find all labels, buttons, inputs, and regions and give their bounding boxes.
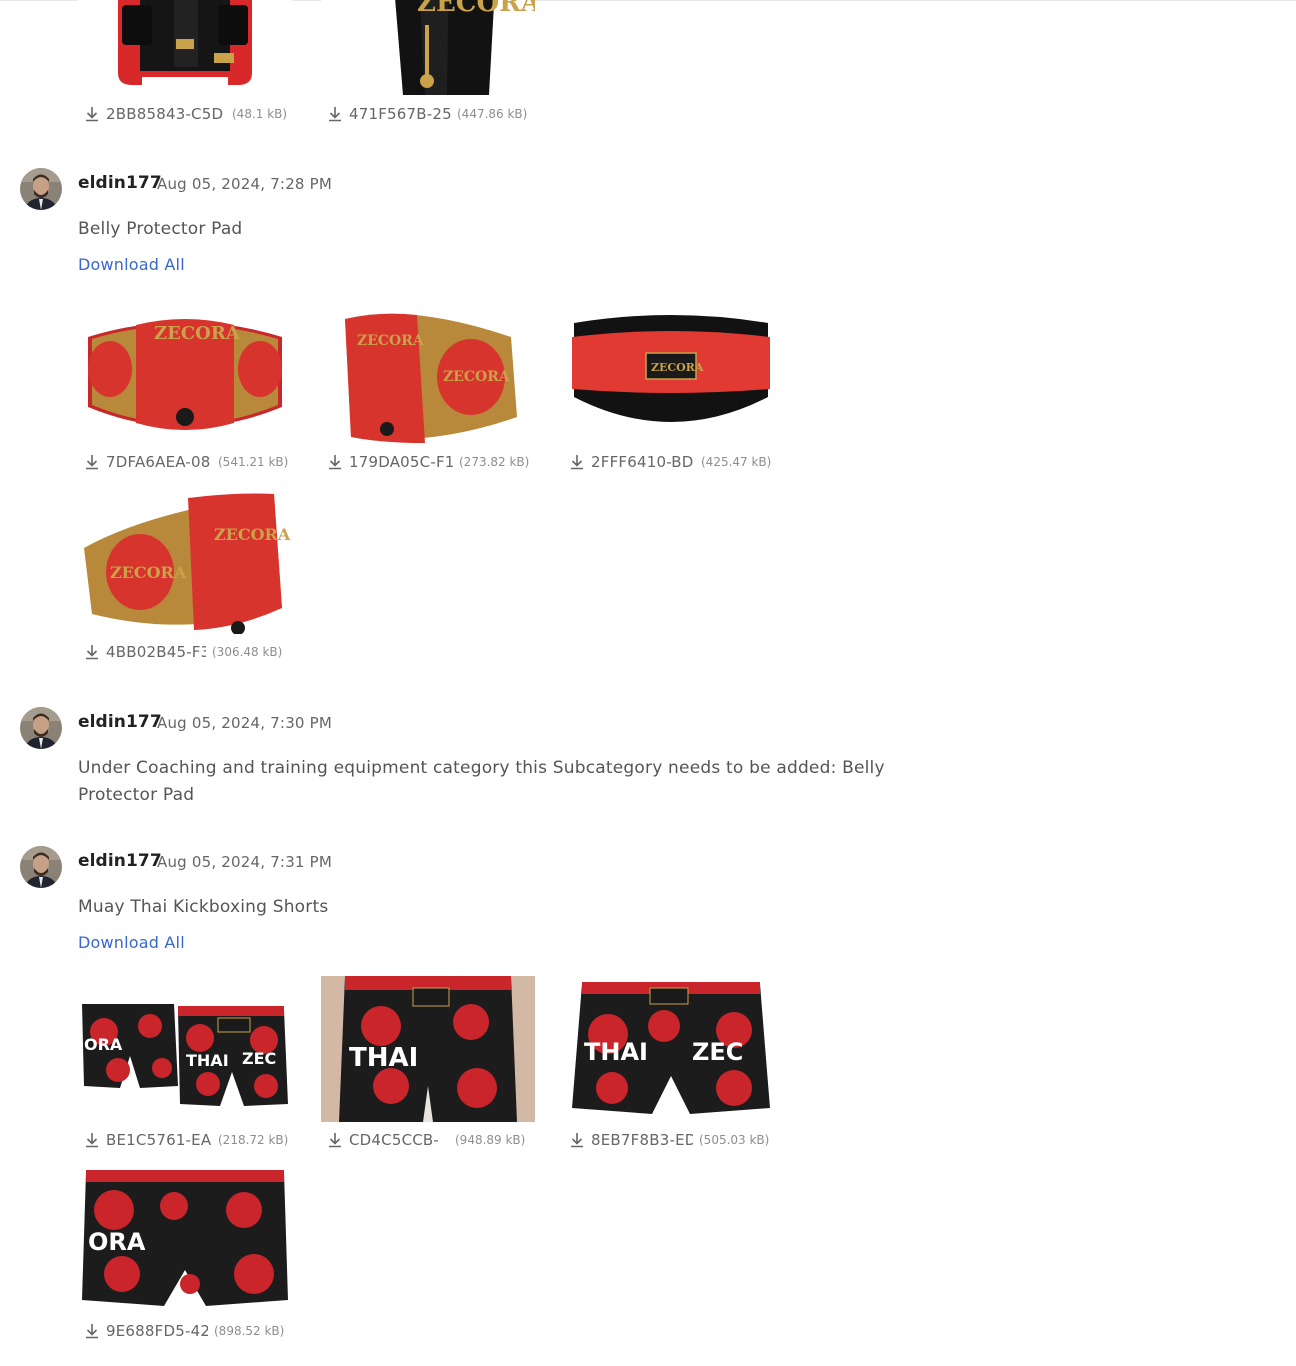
download-icon: [86, 645, 98, 660]
download-icon: [329, 455, 341, 470]
message-timestamp: Aug 05, 2024, 7:30 PM: [157, 714, 333, 732]
attachment-filesize: (218.72 kB): [218, 1133, 289, 1147]
attachment-filename: CD4C5CCB-: [349, 1131, 440, 1149]
svg-text:ZECORA: ZECORA: [417, 0, 535, 18]
attachment-filename: 2FFF6410-BD: [591, 453, 694, 471]
attachment-download[interactable]: BE1C5761-EA (218.72 kB): [84, 1129, 290, 1151]
attachment-filesize: (898.52 kB): [214, 1324, 285, 1338]
svg-text:ZECORA: ZECORA: [443, 369, 511, 385]
svg-text:ZECORA: ZECORA: [357, 333, 425, 349]
attachment-thumbnail-belly-pad-1[interactable]: ZECORA: [78, 297, 292, 443]
muay-thai-shorts-image: ORA THAI ZEC: [78, 976, 292, 1122]
svg-text:ORA: ORA: [84, 1035, 123, 1054]
attachment-download[interactable]: 8EB7F8B3-ED (505.03 kB): [569, 1129, 775, 1151]
attachment-filename: 9E688FD5-42: [106, 1322, 208, 1340]
belly-pad-image: ZECORA ZECORA: [321, 297, 535, 443]
attachment-thumbnail-belly-pad-3[interactable]: ZECORA: [564, 297, 778, 443]
attachment-filename: 8EB7F8B3-ED: [591, 1131, 693, 1149]
attachment-filesize: (273.82 kB): [459, 455, 530, 469]
svg-text:ORA: ORA: [88, 1228, 146, 1256]
attachment-thumbnail-shorts-3[interactable]: THAI ZEC: [564, 976, 778, 1122]
svg-text:THAI: THAI: [584, 1038, 648, 1066]
shin-guard-image: [78, 0, 292, 95]
download-icon: [571, 455, 583, 470]
belly-pad-image: ZECORA ZECORA: [78, 488, 292, 634]
attachment-download[interactable]: 9E688FD5-42 (898.52 kB): [84, 1320, 290, 1342]
svg-text:THAI: THAI: [349, 1043, 418, 1073]
attachment-download[interactable]: 179DA05C-F1 (273.82 kB): [327, 451, 533, 473]
svg-text:ZECORA: ZECORA: [110, 563, 187, 582]
avatar[interactable]: [20, 168, 62, 210]
user-avatar-photo: [20, 168, 62, 210]
attachment-filesize: (447.86 kB): [457, 107, 528, 121]
attachment-filesize: (425.47 kB): [701, 455, 772, 469]
download-icon: [329, 1133, 341, 1148]
attachment-filename: 4BB02B45-F3: [106, 643, 206, 661]
attachment-download[interactable]: CD4C5CCB- (948.89 kB): [327, 1129, 533, 1151]
svg-text:ZECORA: ZECORA: [154, 323, 241, 344]
message-timestamp: Aug 05, 2024, 7:31 PM: [157, 853, 333, 871]
muay-thai-shorts-image: THAI ZEC: [564, 976, 778, 1122]
attachment-filename: 2BB85843-C5D: [106, 105, 224, 123]
svg-text:ZEC: ZEC: [692, 1038, 743, 1066]
message-text: Muay Thai Kickboxing Shorts: [78, 897, 329, 917]
muay-thai-shorts-image: THAI: [321, 976, 535, 1122]
attachment-filesize: (948.89 kB): [455, 1133, 526, 1147]
muay-thai-shorts-image: ORA: [78, 1166, 292, 1312]
download-icon: [86, 1133, 98, 1148]
download-all-link[interactable]: Download All: [78, 255, 185, 274]
attachment-thumbnail-shorts-2[interactable]: THAI: [321, 976, 535, 1122]
attachment-filesize: (306.48 kB): [212, 645, 283, 659]
message-timestamp: Aug 05, 2024, 7:28 PM: [157, 175, 333, 193]
attachment-download[interactable]: 4BB02B45-F3 (306.48 kB): [84, 641, 290, 663]
attachment-filename: 179DA05C-F1: [349, 453, 453, 471]
belly-pad-image: ZECORA: [564, 297, 778, 443]
message-text: Belly Protector Pad: [78, 219, 243, 239]
message-author[interactable]: eldin177: [78, 173, 162, 193]
download-icon: [86, 1324, 98, 1339]
download-icon: [571, 1133, 583, 1148]
svg-text:ZECORA: ZECORA: [651, 361, 704, 374]
attachment-download[interactable]: 471F567B-25( (447.86 kB): [327, 103, 533, 125]
attachment-filename: 7DFA6AEA-08: [106, 453, 211, 471]
attachment-filesize: (541.21 kB): [218, 455, 289, 469]
attachment-thumbnail-shin-guard-2[interactable]: ZECORA: [321, 0, 535, 95]
download-icon: [86, 455, 98, 470]
attachment-filename: 471F567B-25(: [349, 105, 451, 123]
user-avatar-photo: [20, 707, 62, 749]
download-all-link[interactable]: Download All: [78, 933, 185, 952]
attachment-download[interactable]: 2FFF6410-BD (425.47 kB): [569, 451, 775, 473]
message-author[interactable]: eldin177: [78, 851, 162, 871]
attachment-thumbnail-shorts-4[interactable]: ORA: [78, 1166, 292, 1312]
message-author[interactable]: eldin177: [78, 712, 162, 732]
shin-guard-image: ZECORA: [321, 0, 535, 95]
svg-text:ZEC: ZEC: [242, 1049, 276, 1068]
avatar[interactable]: [20, 707, 62, 749]
attachment-thumbnail-belly-pad-2[interactable]: ZECORA ZECORA: [321, 297, 535, 443]
attachment-filesize: (48.1 kB): [232, 107, 288, 121]
attachment-filesize: (505.03 kB): [699, 1133, 770, 1147]
attachment-download[interactable]: 2BB85843-C5D (48.1 kB): [84, 103, 290, 125]
attachment-thumbnail-shorts-1[interactable]: ORA THAI ZEC: [78, 976, 292, 1122]
attachment-thumbnail-shin-guard-1[interactable]: [78, 0, 292, 95]
attachment-filename: BE1C5761-EA: [106, 1131, 212, 1149]
download-icon: [329, 107, 341, 122]
user-avatar-photo: [20, 846, 62, 888]
avatar[interactable]: [20, 846, 62, 888]
download-icon: [86, 107, 98, 122]
attachment-thumbnail-belly-pad-4[interactable]: ZECORA ZECORA: [78, 488, 292, 634]
svg-text:ZECORA: ZECORA: [214, 525, 291, 544]
belly-pad-image: ZECORA: [78, 297, 292, 443]
svg-text:THAI: THAI: [186, 1051, 229, 1070]
attachment-download[interactable]: 7DFA6AEA-08 (541.21 kB): [84, 451, 290, 473]
message-text: Under Coaching and training equipment ca…: [78, 758, 885, 805]
